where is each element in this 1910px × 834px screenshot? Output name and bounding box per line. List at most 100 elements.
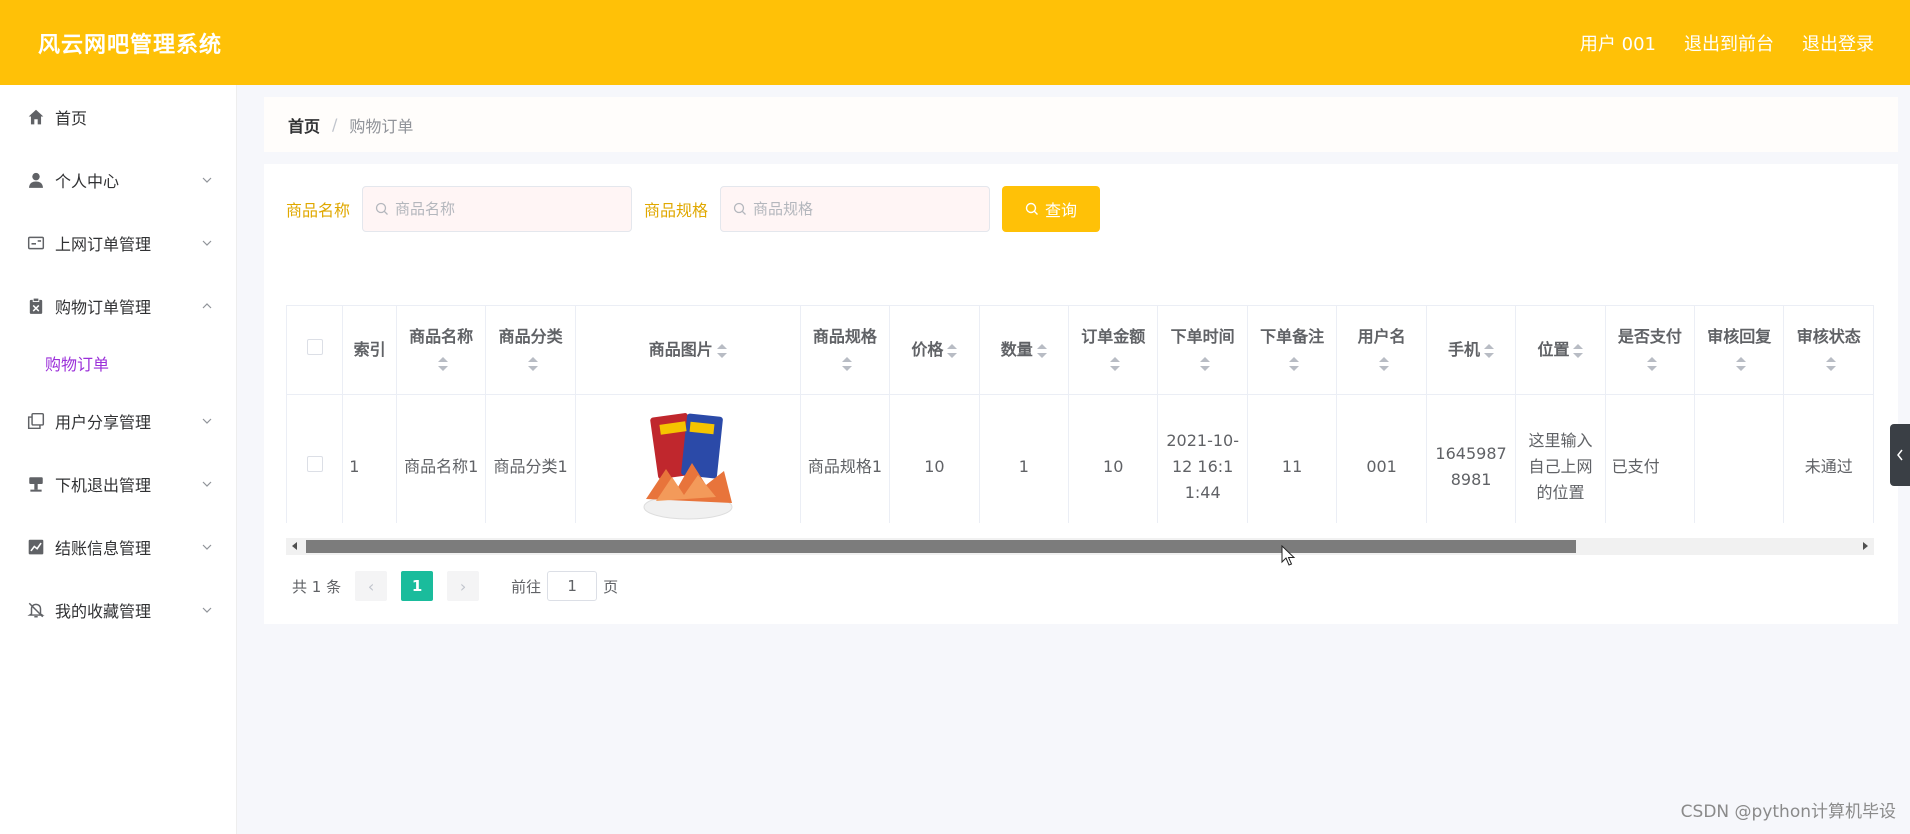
sidebar-item-home[interactable]: 首页: [0, 85, 236, 148]
cell-reply: [1694, 394, 1785, 523]
breadcrumb-current: 购物订单: [349, 116, 414, 136]
table-header-row: 索引 商品名称 商品分类 商品图片 商品规格 价格 数量 订单金额 下单时间 下…: [287, 305, 1874, 395]
column-header[interactable]: 是否支付: [1605, 305, 1696, 395]
column-header[interactable]: 商品图片: [575, 305, 801, 395]
column-header[interactable]: 商品分类: [485, 305, 576, 395]
select-all-checkbox[interactable]: [306, 339, 323, 355]
cell-time: 2021-10-12 16:11:44: [1157, 394, 1248, 523]
side-panel-handle[interactable]: [1890, 424, 1910, 486]
chevron-down-icon: [202, 544, 212, 550]
query-button-label: 查询: [1045, 201, 1078, 220]
chevron-down-icon: [202, 240, 212, 246]
sidebar-item-favorites[interactable]: 我的收藏管理: [0, 578, 236, 641]
breadcrumb-home[interactable]: 首页: [288, 113, 320, 137]
sort-icon[interactable]: [1573, 343, 1584, 359]
column-header[interactable]: 用户名: [1336, 305, 1427, 395]
chart-icon: [27, 538, 45, 556]
sidebar-item-label: 个人中心: [55, 171, 120, 191]
column-header[interactable]: 位置: [1515, 305, 1606, 395]
cell-phone: 16459878981: [1426, 394, 1517, 523]
product-spec-field[interactable]: [720, 186, 991, 232]
sidebar-item-label: 购物订单管理: [55, 297, 152, 317]
horizontal-scrollbar[interactable]: [286, 538, 1874, 555]
product-spec-input[interactable]: [753, 200, 974, 218]
column-header[interactable]: 下单备注: [1247, 305, 1338, 395]
scrollbar-thumb[interactable]: [306, 540, 1576, 553]
search-icon: [375, 202, 388, 215]
sidebar-subitem-shopping-order[interactable]: 购物订单: [0, 337, 236, 389]
top-header: 风云网吧管理系统 用户 001 退出到前台 退出登录: [0, 0, 1910, 85]
row-checkbox[interactable]: [306, 455, 323, 472]
sidebar-item-label: 用户分享管理: [55, 412, 152, 432]
logout-link[interactable]: 退出登录: [1802, 30, 1874, 56]
sort-icon[interactable]: [1646, 356, 1657, 372]
pagination: 共 1 条 ‹ 1 › 前往 页: [292, 571, 618, 601]
sort-icon[interactable]: [527, 356, 538, 372]
goto-suffix: 页: [603, 577, 619, 596]
prev-page-button[interactable]: ‹: [355, 571, 388, 601]
user-icon: [27, 171, 45, 189]
sort-icon[interactable]: [1110, 356, 1121, 372]
product-name-label: 商品名称: [286, 201, 351, 220]
product-name-input[interactable]: [395, 200, 616, 218]
column-header[interactable]: 数量: [979, 305, 1070, 395]
column-header[interactable]: 手机: [1426, 305, 1517, 395]
content-card: 商品名称 商品规格 查询 索引: [264, 164, 1898, 624]
sidebar-item-shopping-orders[interactable]: 购物订单管理: [0, 274, 236, 337]
watermark: CSDN @python计算机毕设: [1680, 802, 1896, 822]
sort-icon[interactable]: [716, 343, 727, 359]
column-header[interactable]: 商品名称: [396, 305, 487, 395]
column-header[interactable]: 价格: [889, 305, 980, 395]
column-header[interactable]: 商品规格: [800, 305, 891, 395]
sort-icon[interactable]: [1199, 356, 1210, 372]
sidebar-item-online-orders[interactable]: 上网订单管理: [0, 211, 236, 274]
column-header[interactable]: 下单时间: [1157, 305, 1248, 395]
sidebar-item-logout-records[interactable]: 下机退出管理: [0, 452, 236, 515]
sort-icon[interactable]: [438, 356, 449, 372]
sort-icon[interactable]: [1825, 356, 1836, 372]
search-icon: [733, 202, 746, 215]
cell-index: 1: [342, 394, 397, 523]
chevron-up-icon: [202, 302, 212, 308]
select-all-header: [287, 305, 344, 395]
scroll-right-icon[interactable]: [1863, 542, 1868, 550]
cell-spec: 商品规格1: [800, 394, 891, 523]
sort-icon[interactable]: [841, 356, 852, 372]
page-number-current[interactable]: 1: [401, 571, 434, 601]
sidebar-item-label: 下机退出管理: [55, 475, 152, 495]
sidebar-item-checkout[interactable]: 结账信息管理: [0, 515, 236, 578]
bell-off-icon: [27, 601, 45, 619]
cell-status: 未通过: [1783, 394, 1874, 523]
sort-icon[interactable]: [1736, 356, 1747, 372]
sidebar-item-user-share[interactable]: 用户分享管理: [0, 389, 236, 452]
sort-icon[interactable]: [1378, 356, 1389, 372]
chevron-down-icon: [202, 607, 212, 613]
column-header[interactable]: 审核回复: [1694, 305, 1785, 395]
query-button[interactable]: 查询: [1002, 186, 1101, 232]
breadcrumb-separator: /: [332, 115, 338, 134]
sort-icon[interactable]: [1289, 356, 1300, 372]
goto-page-input[interactable]: [547, 571, 598, 601]
header-actions: 用户 001 退出到前台 退出登录: [1580, 30, 1874, 56]
user-label[interactable]: 用户 001: [1580, 30, 1656, 56]
card-icon: [27, 234, 45, 252]
scroll-left-icon[interactable]: [292, 542, 297, 550]
sidebar: 首页 个人中心 上网订单管理 购物订单管理 购物订单 用户分享管理 下机退出管理…: [0, 85, 237, 834]
total-count: 共 1 条: [292, 577, 342, 596]
sidebar-item-label: 我的收藏管理: [55, 601, 152, 621]
back-to-front-link[interactable]: 退出到前台: [1684, 30, 1774, 56]
sidebar-item-personal[interactable]: 个人中心: [0, 148, 236, 211]
sort-icon[interactable]: [1484, 343, 1495, 359]
sort-icon[interactable]: [1036, 343, 1047, 359]
search-form: 商品名称 商品规格 查询: [286, 186, 1101, 232]
product-name-field[interactable]: [362, 186, 633, 232]
column-header[interactable]: 审核状态: [1783, 305, 1874, 395]
chevron-down-icon: [202, 177, 212, 183]
column-header[interactable]: 订单金额: [1068, 305, 1159, 395]
cell-qty: 1: [979, 394, 1070, 523]
mouse-cursor-icon: [1281, 545, 1296, 566]
sort-icon[interactable]: [947, 343, 958, 359]
cell-username: 001: [1336, 394, 1427, 523]
next-page-button[interactable]: ›: [447, 571, 480, 601]
product-spec-label: 商品规格: [644, 201, 709, 220]
